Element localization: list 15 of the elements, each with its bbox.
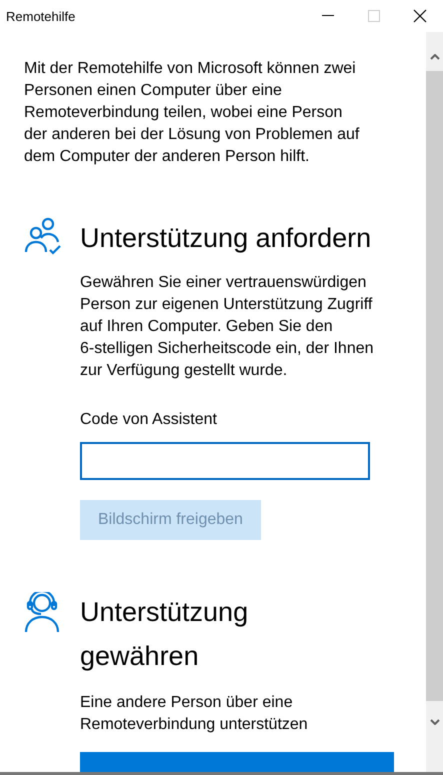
section-heading: Unterstützung gewähren <box>80 596 250 673</box>
maximize-icon <box>368 10 380 22</box>
scroll-down-icon[interactable] <box>430 719 440 725</box>
code-input-field[interactable] <box>80 442 370 480</box>
section-description: Gewähren Sie einer vertrauenswürdigen Person zur eigenen Unterstützung Zugriff auf Ihren Computer. Geben Sie den 6-stelligen Sicherheitscode ein, der Ihnen zur Verfügung gestellt wurde. <box>80 273 375 381</box>
scroll-up-icon[interactable] <box>430 54 440 60</box>
people-check-icon <box>24 216 64 256</box>
minimize-icon <box>322 15 334 17</box>
field-label: Code von Assistent <box>80 411 218 429</box>
intro-text: Mit der Remotehilfe von Microsoft können zwei Personen einen Computer über eine Remoteverbindung teilen, wobei eine Person der anderen bei der Lösung von Problemen auf dem Computer der anderen Person hilft. <box>24 59 360 167</box>
section-heading: Unterstützung anfordern <box>80 222 372 255</box>
window-title: Remotehilfe <box>5 8 76 24</box>
support-agent-icon <box>24 592 60 632</box>
close-icon <box>413 9 427 23</box>
section-description: Eine andere Person über eine Remoteverbindung unterstützen <box>80 693 309 735</box>
